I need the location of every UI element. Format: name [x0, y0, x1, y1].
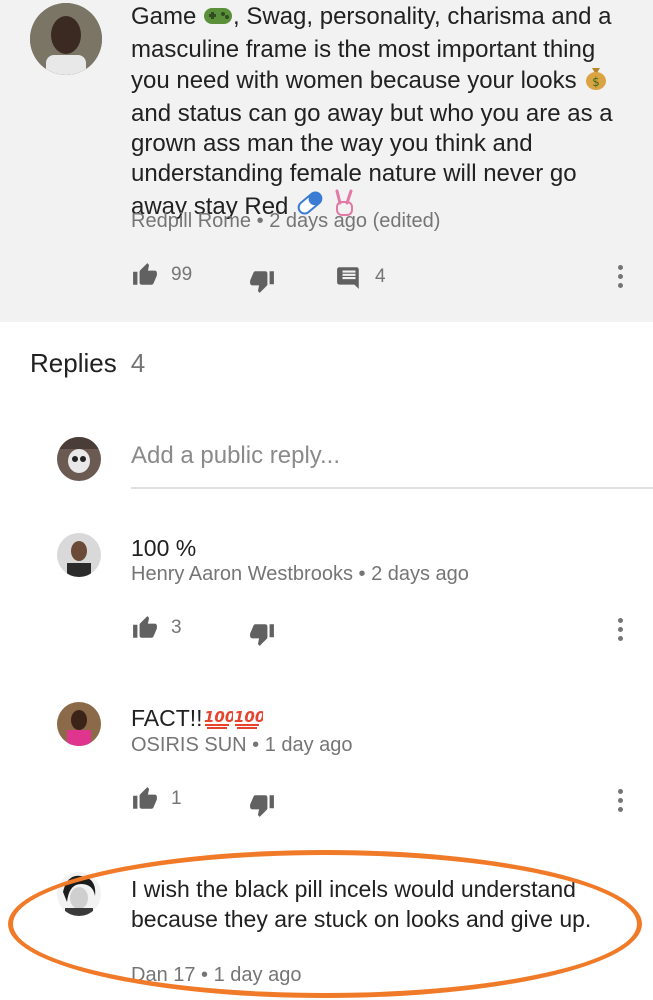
like-count: 3	[171, 617, 182, 638]
avatar[interactable]	[57, 702, 101, 746]
timestamp: 1 day ago	[213, 964, 302, 986]
replies-title: Replies	[30, 348, 117, 378]
game-controller-icon	[203, 5, 233, 35]
reply-placeholder: Add a public reply...	[131, 442, 341, 469]
like-button[interactable]: 3	[131, 615, 182, 641]
comment-text: Game , Swag, personality, charisma and a…	[131, 2, 631, 225]
dislike-button[interactable]	[248, 268, 276, 294]
author-name[interactable]: OSIRIS SUN	[131, 734, 247, 756]
reply-meta: OSIRIS SUN • 1 day ago	[131, 734, 353, 757]
reply-input[interactable]: Add a public reply...	[131, 440, 653, 489]
hundred-points-icon: 100	[233, 705, 265, 736]
reply-meta: Dan 17 • 1 day ago	[131, 964, 301, 987]
reply-text: FACT!! 100 100	[131, 703, 265, 736]
avatar[interactable]	[30, 3, 102, 75]
thumbs-down-icon	[250, 795, 274, 817]
author-name[interactable]: Redpill Rome	[131, 210, 251, 232]
reply-meta: Henry Aaron Westbrooks • 2 days ago	[131, 563, 469, 586]
reply-count: 4	[375, 266, 386, 287]
replies-header: Replies 4	[30, 348, 145, 379]
avatar[interactable]	[57, 872, 101, 916]
top-comment: Game , Swag, personality, charisma and a…	[0, 0, 653, 322]
thumbs-up-icon	[133, 263, 157, 285]
separator-dot: •	[195, 964, 214, 986]
thumbs-up-icon	[133, 616, 157, 638]
thumbs-up-icon	[133, 787, 157, 809]
thumbs-down-icon	[250, 624, 274, 646]
svg-text:$: $	[592, 75, 600, 89]
hundred-points-icon: 100	[203, 705, 235, 736]
more-options-icon[interactable]	[617, 618, 623, 641]
avatar[interactable]	[57, 533, 101, 577]
reply-count-button[interactable]: 4	[335, 264, 386, 290]
like-button[interactable]: 99	[131, 262, 192, 288]
more-options-icon[interactable]	[617, 789, 623, 812]
reply-text: I wish the black pill incels would under…	[131, 876, 592, 932]
money-bag-icon: $	[583, 65, 609, 99]
current-user-avatar	[57, 437, 101, 481]
separator-dot: •	[352, 563, 372, 585]
dislike-button[interactable]	[248, 621, 276, 647]
timestamp: 2 days ago (edited)	[269, 210, 441, 232]
like-count: 1	[171, 788, 182, 809]
comment-icon	[337, 267, 359, 289]
like-count: 99	[171, 264, 193, 285]
comment-meta: Redpill Rome • 2 days ago (edited)	[131, 210, 440, 233]
reply-text: 100 %	[131, 535, 197, 561]
more-options-icon[interactable]	[617, 265, 623, 288]
timestamp: 2 days ago	[371, 563, 469, 585]
thumbs-down-icon	[250, 271, 274, 293]
separator-dot: •	[246, 734, 265, 756]
svg-text:100: 100	[204, 708, 233, 726]
replies-count: 4	[130, 348, 146, 378]
author-name[interactable]: Dan 17	[131, 964, 196, 986]
svg-text:100: 100	[234, 708, 263, 726]
author-name[interactable]: Henry Aaron Westbrooks	[131, 563, 353, 585]
separator-dot: •	[256, 210, 270, 232]
dislike-button[interactable]	[248, 792, 276, 818]
timestamp: 1 day ago	[264, 734, 353, 756]
like-button[interactable]: 1	[131, 786, 182, 812]
